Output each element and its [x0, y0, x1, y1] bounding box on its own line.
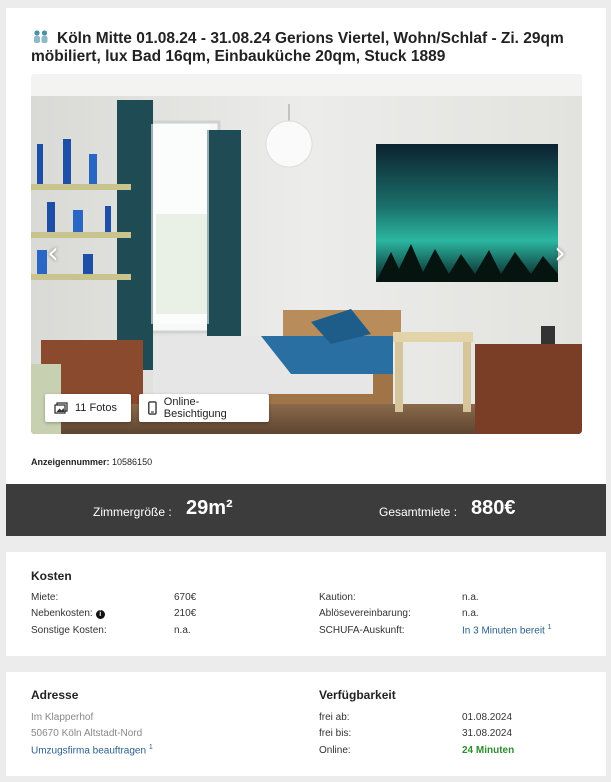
smartphone-icon	[148, 401, 157, 415]
available-until-value: 31.08.2024	[462, 728, 513, 739]
listing-title-text: Köln Mitte 01.08.24 - 31.08.24 Gerions V…	[31, 30, 564, 65]
available-from-value: 01.08.2024	[462, 712, 513, 723]
address-heading: Adresse	[31, 688, 79, 702]
listing-title: Köln Mitte 01.08.24 - 31.08.24 Gerions V…	[31, 30, 591, 66]
address-card: Adresse Im Klapperhof 50670 Köln Altstad…	[6, 672, 606, 776]
next-photo-button[interactable]: ›	[548, 234, 572, 274]
deposit-label: Kaution:	[319, 592, 356, 603]
total-rent-value: 880€	[471, 497, 516, 519]
room-size-value: 29m²	[186, 497, 233, 519]
other-costs-label: Sonstige Kosten:	[31, 625, 107, 636]
previous-photo-button[interactable]: ‹	[41, 234, 65, 274]
room-photo[interactable]	[31, 74, 582, 434]
key-facts-bar: Zimmergröße : 29m² Gesamtmiete : 880€	[6, 484, 606, 536]
online-since-value: 24 Minuten	[462, 745, 515, 756]
photos-icon	[54, 402, 68, 414]
info-icon[interactable]: i	[95, 610, 105, 619]
rent-value: 670€	[174, 592, 197, 603]
address-street: Im Klapperhof	[31, 712, 94, 723]
online-since-label: Online:	[319, 745, 351, 756]
deposit-value: n.a.	[462, 592, 479, 603]
people-icon	[34, 30, 48, 43]
transfer-agreement-value: n.a.	[462, 608, 479, 619]
photo-gallery[interactable]: ‹ › 11 Fotos Online-Besichtigung	[31, 74, 582, 434]
ad-number-label: Anzeigennummer:	[31, 457, 110, 467]
photos-button[interactable]: 11 Fotos	[45, 394, 131, 422]
listing-card: Köln Mitte 01.08.24 - 31.08.24 Gerions V…	[6, 8, 606, 536]
photos-button-label: 11 Fotos	[75, 402, 117, 414]
other-costs-value: n.a.	[174, 625, 191, 636]
online-viewing-button[interactable]: Online-Besichtigung	[139, 394, 269, 422]
rent-label: Miete:	[31, 592, 59, 603]
moving-company-link[interactable]: Umzugsfirma beauftragen 1	[31, 744, 153, 756]
total-rent-label: Gesamtmiete :	[379, 505, 458, 519]
address-city: 50670 Köln Altstadt-Nord	[31, 728, 143, 739]
utilities-value: 210€	[174, 608, 197, 619]
schufa-label: SCHUFA-Auskunft:	[319, 625, 405, 636]
transfer-agreement-label: Ablösevereinbarung:	[319, 608, 411, 619]
costs-card: Kosten Miete: 670€ Nebenkosten: i 210€ So…	[6, 552, 606, 656]
availability-heading: Verfügbarkeit	[319, 688, 396, 702]
utilities-label: Nebenkosten: i	[31, 608, 105, 619]
ad-number-value: 10586150	[112, 457, 153, 467]
available-until-label: frei bis:	[319, 728, 352, 739]
ad-number: Anzeigennummer: 10586150	[31, 457, 152, 467]
room-size-label: Zimmergröße :	[93, 505, 172, 519]
schufa-link[interactable]: In 3 Minuten bereit 1	[462, 624, 552, 636]
available-from-label: frei ab:	[319, 712, 350, 723]
online-viewing-label: Online-Besichtigung	[163, 396, 227, 420]
costs-heading: Kosten	[31, 569, 72, 583]
